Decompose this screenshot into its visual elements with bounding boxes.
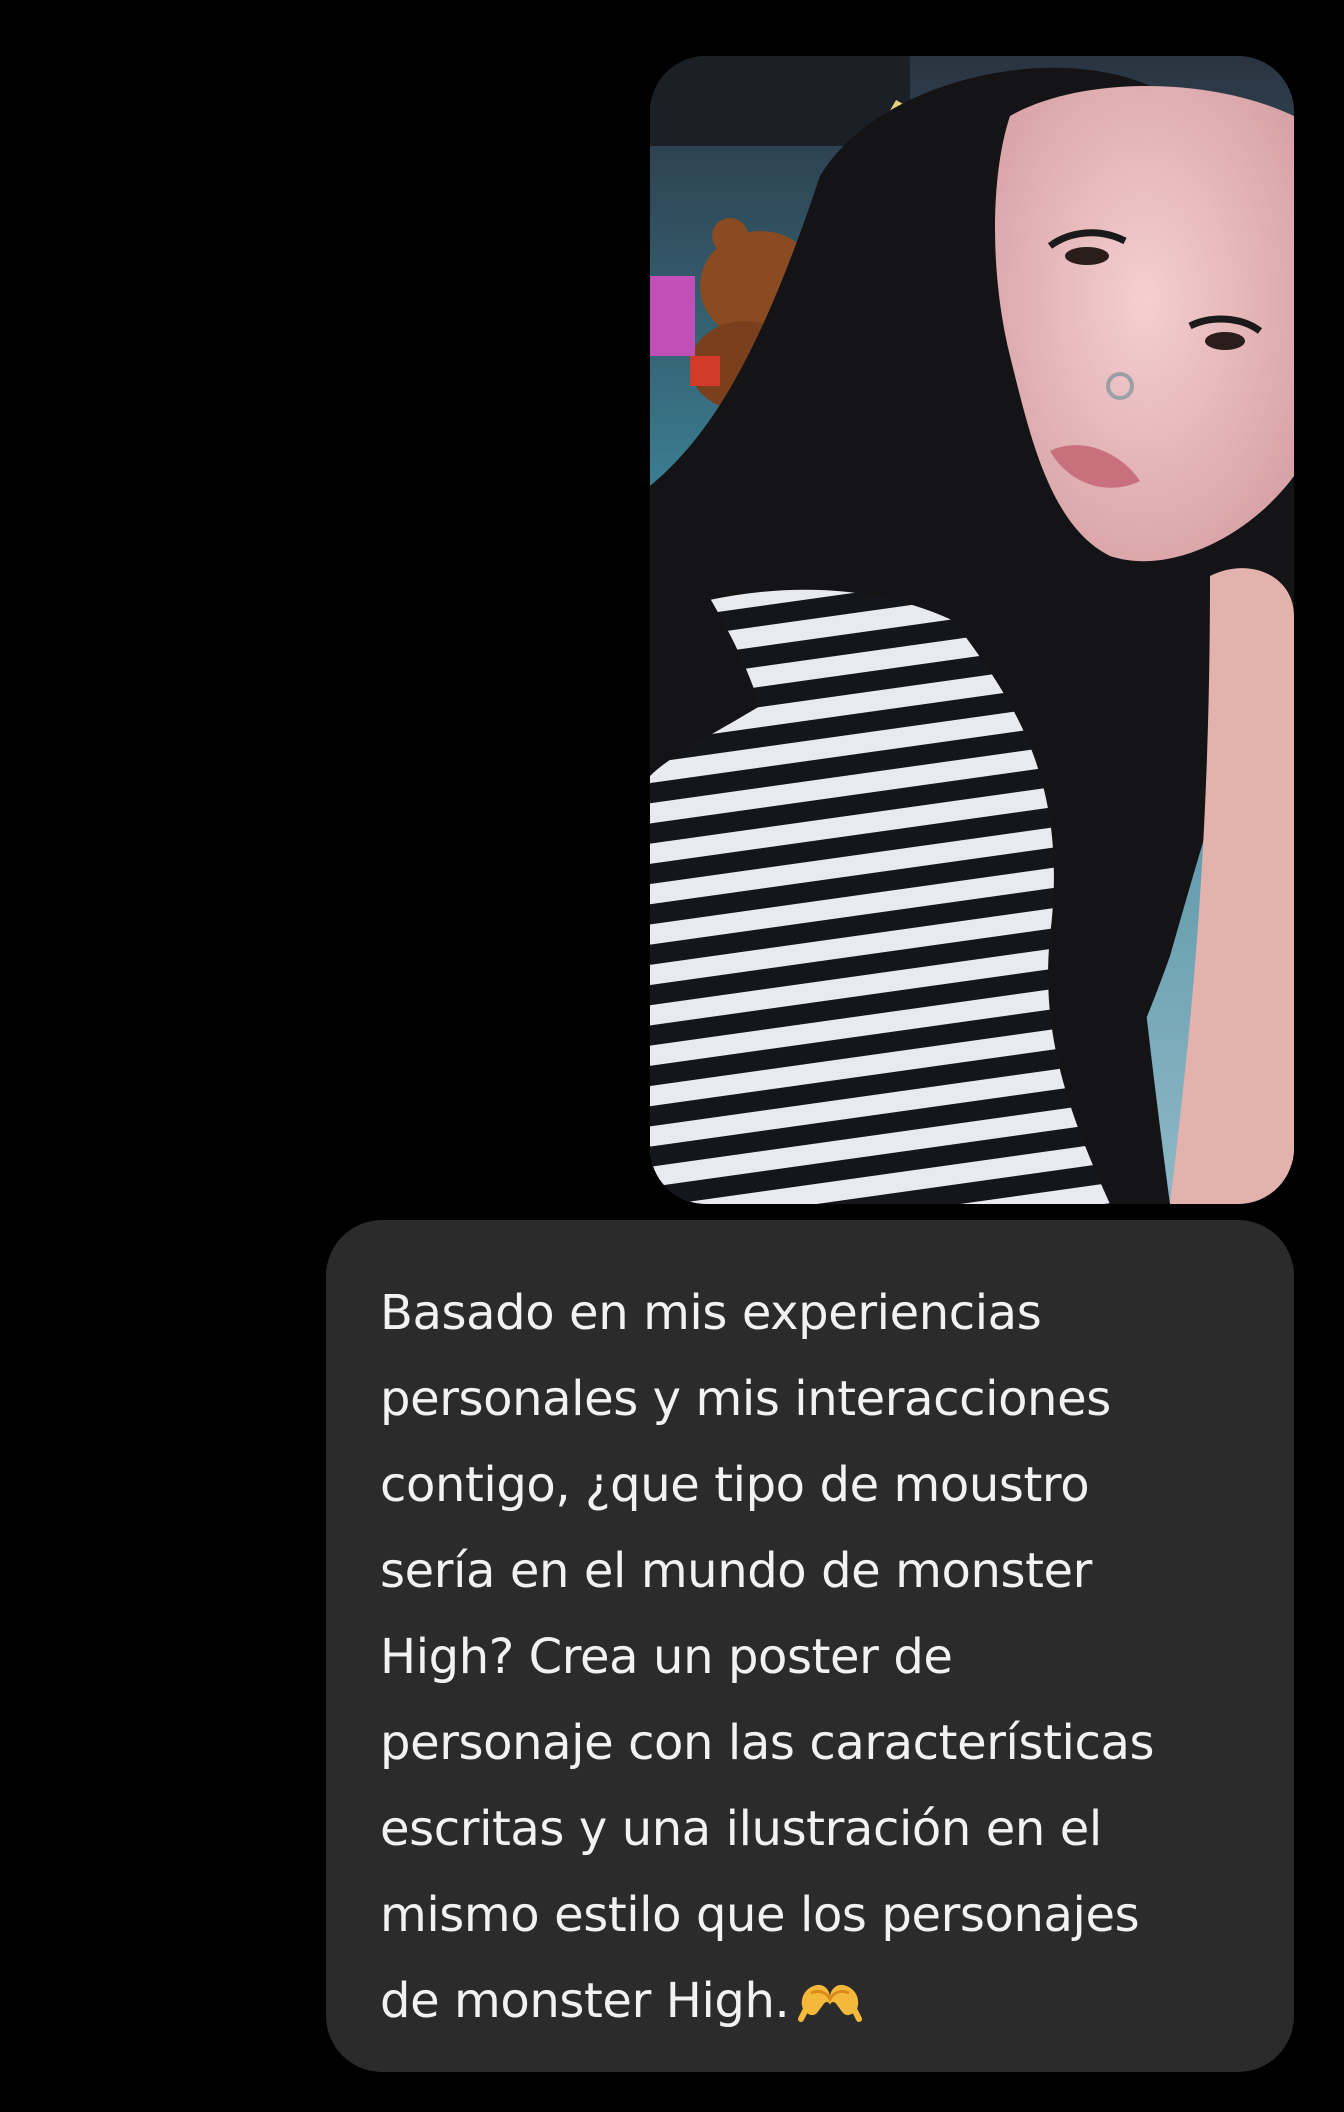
message-text: Basado en mis experiencias personales y … <box>380 1270 1242 2044</box>
heart-hands-icon <box>798 1984 863 2022</box>
selfie-photo <box>650 56 1294 1204</box>
sent-photo-message[interactable] <box>650 56 1294 1204</box>
chat-thread: Basado en mis experiencias personales y … <box>0 0 1344 2112</box>
message-body: Basado en mis experiencias personales y … <box>380 1285 1155 2029</box>
sent-text-message[interactable]: Basado en mis experiencias personales y … <box>326 1220 1294 2072</box>
